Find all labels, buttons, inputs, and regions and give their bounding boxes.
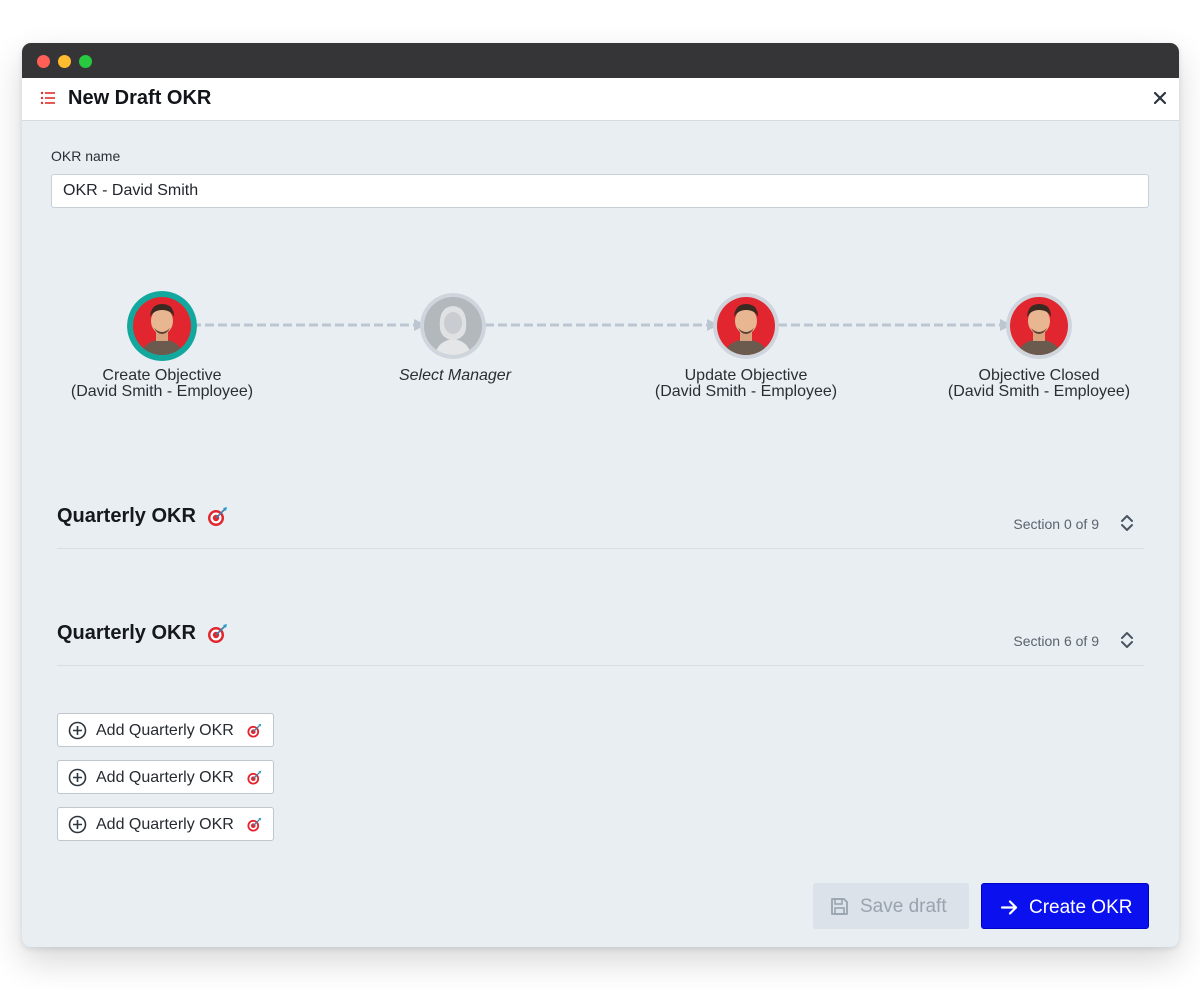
- target-icon: [247, 817, 262, 832]
- okr-dialog-window: New Draft OKR OKR name OKR - David Smith…: [22, 43, 1179, 947]
- arrow-right-icon: [1000, 900, 1018, 915]
- list-icon: [40, 91, 55, 105]
- add-quarterly-okr-button[interactable]: Add Quarterly OKR: [57, 807, 274, 841]
- section-title-row: Quarterly OKR: [57, 622, 228, 645]
- save-disk-icon: [831, 898, 848, 915]
- section-title-row: Quarterly OKR: [57, 505, 228, 528]
- create-okr-button[interactable]: Create OKR: [981, 883, 1149, 929]
- flow-connector: [192, 319, 426, 331]
- employee-avatar: [713, 293, 779, 359]
- section-divider: [57, 548, 1144, 549]
- target-icon: [207, 506, 227, 526]
- manager-placeholder-avatar: [420, 293, 486, 359]
- create-okr-label: Create OKR: [1029, 897, 1133, 918]
- okr-name-input[interactable]: [51, 174, 1149, 208]
- step-title: Create Objective: [102, 367, 222, 384]
- step-title: Update Objective: [684, 367, 808, 384]
- chevron-up-down-icon[interactable]: [1119, 631, 1135, 649]
- add-button-label: Add Quarterly OKR: [96, 722, 234, 739]
- add-button-label: Add Quarterly OKR: [96, 769, 234, 786]
- window-close-dot[interactable]: [37, 55, 50, 68]
- add-button-label: Add Quarterly OKR: [96, 816, 234, 833]
- plus-circle-icon: [68, 721, 87, 740]
- save-draft-button[interactable]: Save draft: [813, 883, 969, 929]
- section-divider: [57, 665, 1144, 666]
- chevron-up-down-icon[interactable]: [1119, 514, 1135, 532]
- section-title: Quarterly OKR: [57, 622, 196, 644]
- step-subtitle: (David Smith - Employee): [947, 383, 1131, 400]
- flow-connector: [778, 319, 1012, 331]
- save-draft-label: Save draft: [860, 896, 947, 917]
- section-counter: Section 6 of 9: [1013, 633, 1099, 649]
- step-subtitle: (David Smith - Employee): [654, 383, 838, 400]
- dialog-header: New Draft OKR: [22, 78, 1179, 121]
- employee-avatar: [1006, 293, 1072, 359]
- target-icon: [247, 770, 262, 785]
- step-title: Select Manager: [398, 367, 512, 384]
- window-minimize-dot[interactable]: [58, 55, 71, 68]
- step-title: Objective Closed: [978, 367, 1100, 384]
- dialog-title: New Draft OKR: [68, 87, 212, 109]
- target-icon: [207, 623, 227, 643]
- section-counter: Section 0 of 9: [1013, 516, 1099, 532]
- okr-name-label: OKR name: [51, 148, 121, 164]
- window-titlebar: [22, 43, 1179, 78]
- target-icon: [247, 723, 262, 738]
- add-quarterly-okr-button[interactable]: Add Quarterly OKR: [57, 760, 274, 794]
- window-maximize-dot[interactable]: [79, 55, 92, 68]
- close-icon[interactable]: [1150, 88, 1170, 108]
- plus-circle-icon: [68, 815, 87, 834]
- employee-avatar: [127, 291, 197, 361]
- section-title: Quarterly OKR: [57, 505, 196, 527]
- add-quarterly-okr-button[interactable]: Add Quarterly OKR: [57, 713, 274, 747]
- plus-circle-icon: [68, 768, 87, 787]
- step-subtitle: (David Smith - Employee): [70, 383, 254, 400]
- flow-connector: [485, 319, 719, 331]
